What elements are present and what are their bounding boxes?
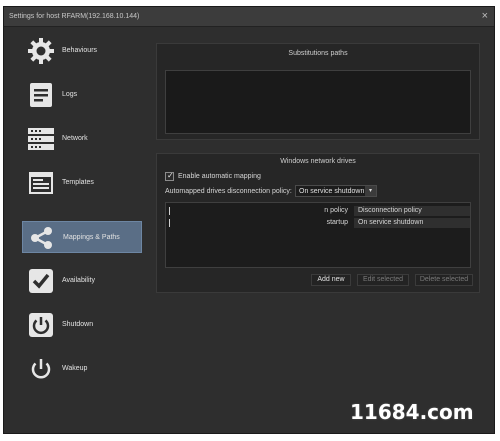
window-title: Settings for host RFARM(192.168.10.144) <box>9 13 140 20</box>
sidebar-item-network[interactable]: Network <box>22 123 142 155</box>
logs-icon <box>30 83 52 107</box>
sidebar-item-label: Logs <box>62 91 78 98</box>
delete-selected-button[interactable]: Delete selected <box>415 274 473 286</box>
policy-select[interactable]: On service shutdown ▾ <box>295 185 377 197</box>
close-icon[interactable]: × <box>482 11 488 22</box>
sidebar-item-availability[interactable]: Availability <box>22 265 142 297</box>
sidebar-item-behaviours[interactable]: Behaviours <box>22 35 142 67</box>
row-marker <box>169 219 170 227</box>
mappings-icon <box>31 227 52 249</box>
sidebar-item-label: Network <box>62 135 88 142</box>
network-drives-panel: Windows network drives ✓ Enable automati… <box>156 153 480 293</box>
power-icon <box>31 359 51 379</box>
substitutions-panel: Substitutions paths <box>156 43 480 140</box>
sidebar-item-label: Shutdown <box>62 321 94 328</box>
sidebar-item-mappings[interactable]: Mappings & Paths <box>22 221 142 253</box>
sidebar-item-label: Templates <box>62 179 94 186</box>
sidebar-item-wakeup[interactable]: Wakeup <box>22 353 142 385</box>
gear-icon <box>28 38 54 64</box>
checkmark-icon <box>29 269 53 293</box>
add-new-button[interactable]: Add new <box>311 274 351 286</box>
sidebar-item-label: Mappings & Paths <box>63 234 120 241</box>
title-bar: Settings for host RFARM(192.168.10.144) … <box>4 7 494 27</box>
network-icon <box>28 128 54 150</box>
substitutions-title: Substitutions paths <box>288 50 348 57</box>
power-icon <box>29 313 53 337</box>
edit-selected-button[interactable]: Edit selected <box>357 274 409 286</box>
network-drives-title: Windows network drives <box>280 158 356 165</box>
sidebar-item-label: Availability <box>62 277 95 284</box>
watermark-text: 11684.com <box>350 400 474 424</box>
checkmark-icon: ✓ <box>167 171 174 180</box>
enable-mapping-checkbox[interactable]: ✓ <box>165 171 174 181</box>
table-cell: Disconnection policy <box>354 206 470 216</box>
watermark-logo: 11684.com <box>350 400 474 424</box>
chevron-down-icon: ▾ <box>365 186 376 196</box>
table-row[interactable]: startup On service shutdown <box>166 218 470 228</box>
table-cell: startup <box>326 219 348 226</box>
table-row[interactable]: n policy Disconnection policy <box>166 206 470 216</box>
policy-label: Automapped drives disconnection policy: <box>165 188 292 195</box>
settings-window: Settings for host RFARM(192.168.10.144) … <box>3 6 495 434</box>
sidebar-item-templates[interactable]: Templates <box>22 167 142 199</box>
sidebar-item-shutdown[interactable]: Shutdown <box>22 309 142 341</box>
substitutions-list[interactable] <box>165 70 471 134</box>
row-marker <box>169 207 170 215</box>
templates-icon <box>29 172 53 194</box>
sidebar-item-label: Behaviours <box>62 47 98 54</box>
table-cell: n policy <box>324 207 348 214</box>
drives-table[interactable]: n policy Disconnection policy startup On… <box>165 202 471 268</box>
sidebar-item-logs[interactable]: Logs <box>22 79 142 111</box>
enable-mapping-label: Enable automatic mapping <box>178 173 261 180</box>
table-cell: On service shutdown <box>354 218 470 228</box>
policy-select-value: On service shutdown <box>299 188 365 195</box>
sidebar-item-label: Wakeup <box>62 365 88 372</box>
